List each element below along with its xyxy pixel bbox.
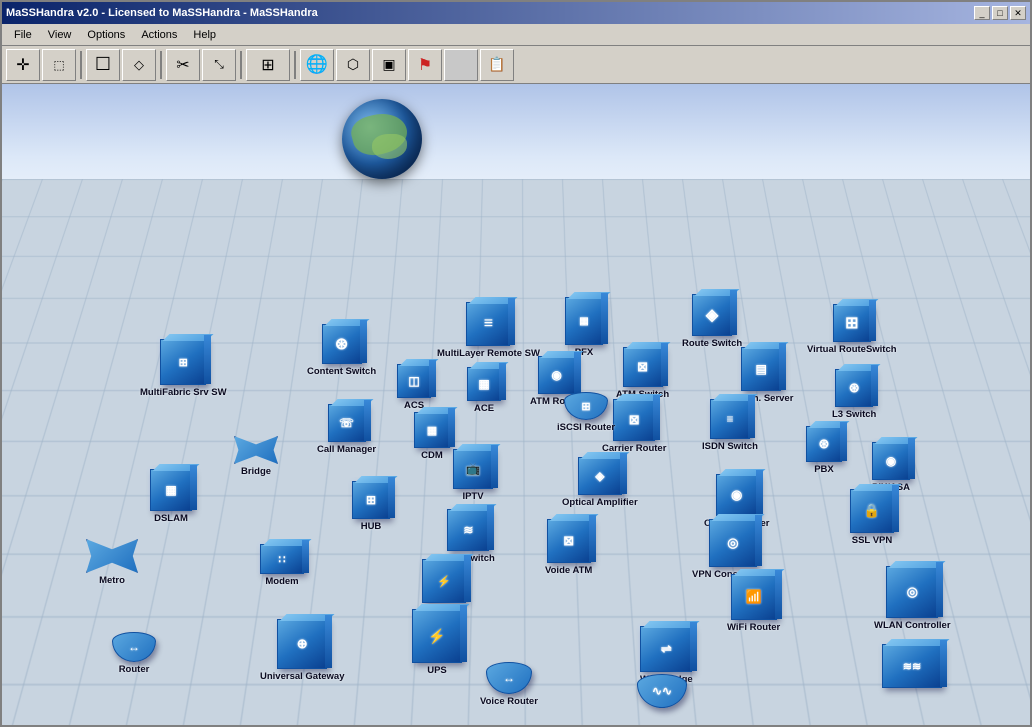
- device-metro[interactable]: Metro: [86, 539, 138, 586]
- device-pbx[interactable]: ⊛ PBX: [806, 426, 842, 475]
- device-isdn-switch[interactable]: ≡ ISDN Switch: [702, 399, 758, 452]
- select-tool-button[interactable]: ⬚: [42, 49, 76, 81]
- device-bridge[interactable]: Bridge: [234, 436, 278, 477]
- device-router[interactable]: ↔ Router: [112, 632, 156, 675]
- menu-actions[interactable]: Actions: [133, 27, 185, 43]
- flag-button[interactable]: ⚑: [408, 49, 442, 81]
- menu-view[interactable]: View: [40, 27, 80, 43]
- device-route-switch[interactable]: ◈ Route Switch: [682, 294, 742, 349]
- maximize-button[interactable]: □: [992, 6, 1008, 20]
- device-wifi-router[interactable]: 📶 WiFi Router: [727, 574, 780, 633]
- device-wlan-bottom[interactable]: ≋≋: [882, 644, 942, 690]
- delete-tool-button[interactable]: ✂: [166, 49, 200, 81]
- close-button[interactable]: ✕: [1010, 6, 1026, 20]
- network-button[interactable]: ⬡: [336, 49, 370, 81]
- window-frame: MaSSHandra v2.0 - Licensed to MaSSHandra…: [0, 0, 1032, 727]
- device-universal-gw[interactable]: ⊕ Universal Gateway: [260, 619, 345, 682]
- main-canvas[interactable]: ⊞ MultiFabric Srv SW ⊛ Content Switch ≡ …: [2, 84, 1030, 725]
- menu-help[interactable]: Help: [185, 27, 224, 43]
- capture-button[interactable]: ▣: [372, 49, 406, 81]
- device-cdm[interactable]: ▦ CDM: [414, 412, 450, 461]
- device-voice-router[interactable]: ↔ Voice Router: [480, 662, 538, 707]
- device-call-manager[interactable]: ☏ Call Manager: [317, 404, 376, 455]
- device-pfx[interactable]: ▦ PFX: [565, 297, 603, 358]
- toolbar-sep-2: [160, 51, 162, 79]
- device-l3-switch[interactable]: ⊛ L3 Switch: [832, 369, 876, 420]
- device-optical-amplifier[interactable]: ◈ Optical Amplifier: [562, 457, 638, 508]
- blank-button[interactable]: [444, 49, 478, 81]
- window-title: MaSSHandra v2.0 - Licensed to MaSSHandra…: [6, 7, 318, 19]
- menu-file[interactable]: File: [6, 27, 40, 43]
- globe-button[interactable]: 🌐: [300, 49, 334, 81]
- device-acs[interactable]: ◫ ACS: [397, 364, 431, 411]
- menu-options[interactable]: Options: [79, 27, 133, 43]
- device-multilayer-sw[interactable]: ≡ MultiLayer Remote SW: [437, 302, 540, 359]
- device-modem[interactable]: ∷ Modem: [260, 544, 304, 587]
- toolbar-sep-4: [294, 51, 296, 79]
- device-dslam[interactable]: ▦ DSLAM: [150, 469, 192, 524]
- grid-tool-button[interactable]: ⊞: [246, 49, 290, 81]
- minimize-button[interactable]: _: [974, 6, 990, 20]
- devices-layer: ⊞ MultiFabric Srv SW ⊛ Content Switch ≡ …: [2, 84, 1030, 725]
- device-content-switch[interactable]: ⊛ Content Switch: [307, 324, 376, 377]
- connect-tool-button[interactable]: ◇: [122, 49, 156, 81]
- device-ssl-vpn[interactable]: 🔒 SSL VPN: [850, 489, 894, 546]
- device-router-bottom[interactable]: ∿∿: [637, 674, 687, 710]
- device-hub[interactable]: ⊞ HUB: [352, 481, 390, 532]
- toolbar-sep-3: [240, 51, 242, 79]
- toolbar-sep-1: [80, 51, 82, 79]
- export-button[interactable]: 📋: [480, 49, 514, 81]
- move-tool-button[interactable]: ✛: [6, 49, 40, 81]
- device-ups2[interactable]: ⚡ UPS: [412, 609, 462, 676]
- device-iptv[interactable]: 📺 IPTV: [453, 449, 493, 502]
- device-voice-atm[interactable]: ⊠ Voide ATM: [545, 519, 592, 576]
- device-virtual-routeswitch[interactable]: ⊞ Virtual RouteSwitch: [807, 304, 897, 355]
- title-buttons: _ □ ✕: [974, 6, 1026, 20]
- node-tool-button[interactable]: ☐: [86, 49, 120, 81]
- title-bar: MaSSHandra v2.0 - Licensed to MaSSHandra…: [2, 2, 1030, 24]
- toolbar: ✛ ⬚ ☐ ◇ ✂ ⤡ ⊞ 🌐 ⬡ ▣ ⚑ 📋: [2, 46, 1030, 84]
- device-atm-switch[interactable]: ⊠ ATM Switch: [616, 347, 669, 400]
- menu-bar: File View Options Actions Help: [2, 24, 1030, 46]
- device-ace[interactable]: ▦ ACE: [467, 367, 501, 414]
- move-node-button[interactable]: ⤡: [202, 49, 236, 81]
- device-multifabric[interactable]: ⊞ MultiFabric Srv SW: [140, 339, 227, 398]
- device-wlan-controller[interactable]: ◎ WLAN Controller: [874, 566, 951, 631]
- device-iscsi-router[interactable]: ⊞ iSCSI Router: [557, 392, 615, 433]
